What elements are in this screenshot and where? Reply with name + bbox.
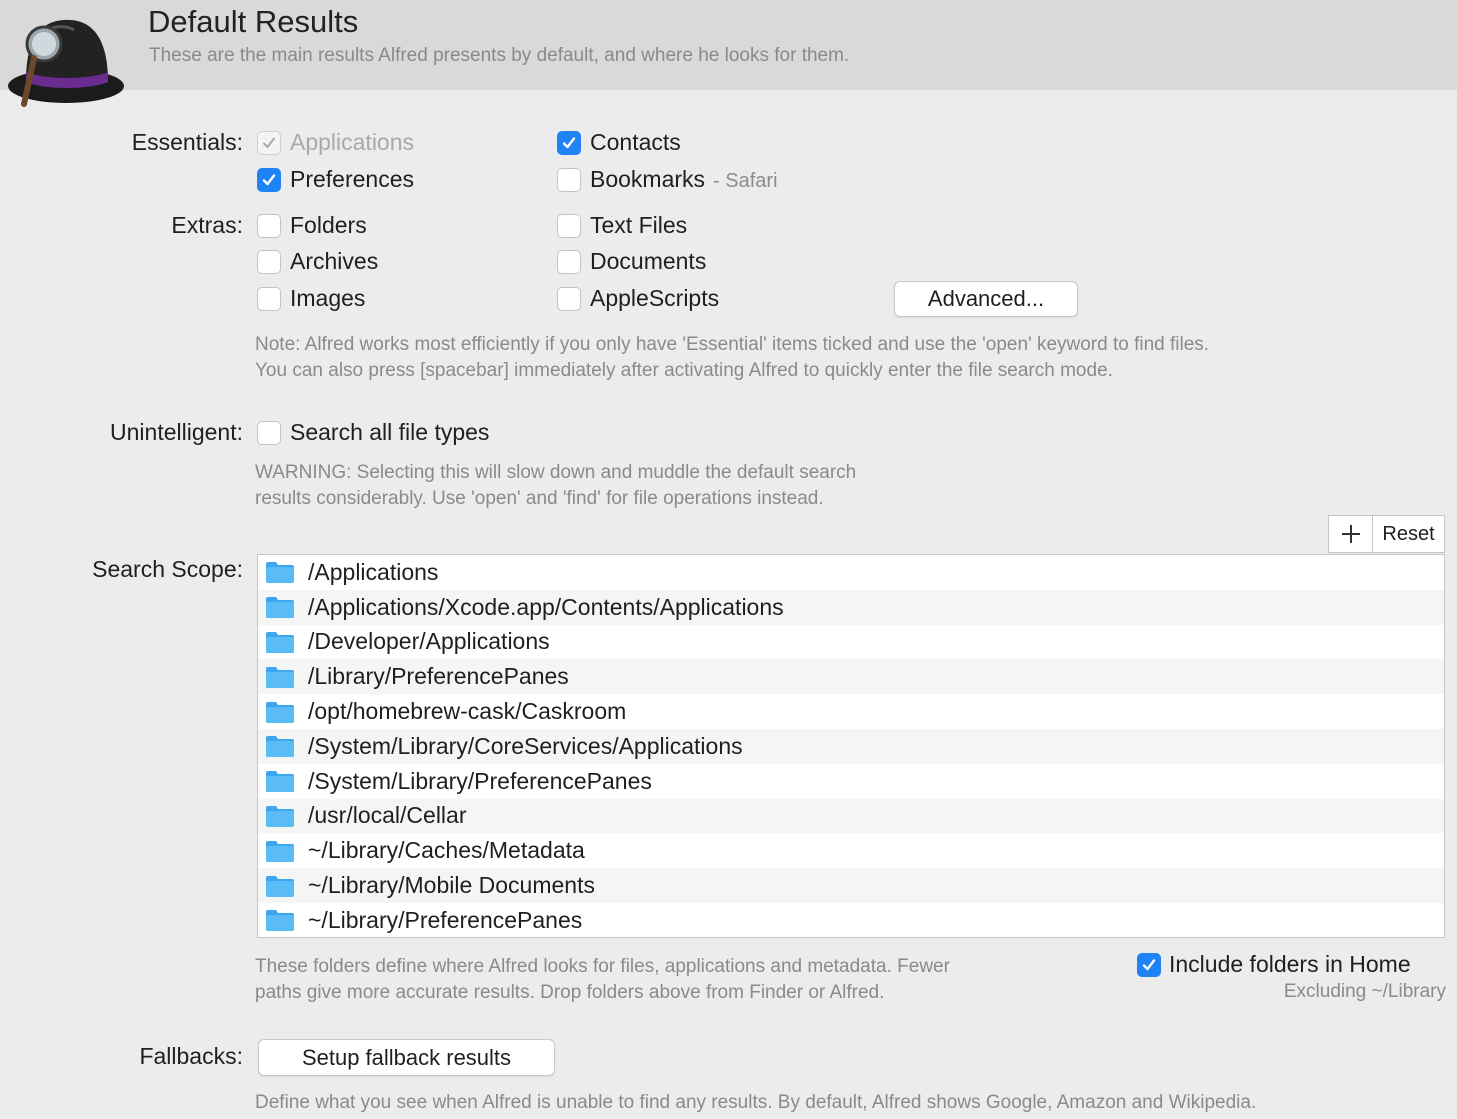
fallbacks-description: Define what you see when Alfred is unabl… — [255, 1092, 1257, 1113]
documents-checkbox[interactable] — [557, 250, 581, 274]
plus-icon — [1341, 525, 1360, 543]
applications-checkbox — [257, 131, 281, 155]
contacts-label[interactable]: Contacts — [590, 129, 681, 156]
header: Default Results These are the main resul… — [0, 0, 1457, 107]
scope-description: These folders define where Alfred looks … — [255, 954, 950, 1006]
page-title: Default Results — [148, 4, 359, 39]
folder-icon — [266, 666, 294, 688]
list-item[interactable]: /Applications — [258, 555, 1444, 590]
folders-label[interactable]: Folders — [290, 212, 367, 239]
path-label: ~/Library/PreferencePanes — [308, 906, 583, 933]
scope-description-line-1: These folders define where Alfred looks … — [255, 956, 950, 977]
add-folder-button[interactable] — [1329, 516, 1373, 552]
archives-checkbox[interactable] — [257, 250, 281, 274]
list-item[interactable]: ~/Library/Caches/Metadata — [258, 833, 1444, 868]
folder-icon — [266, 771, 294, 793]
path-label: /opt/homebrew-cask/Caskroom — [308, 698, 627, 725]
include-home-sub: Excluding ~/Library — [1283, 981, 1446, 1002]
archives-label[interactable]: Archives — [290, 248, 378, 275]
note-line-2: You can also press [spacebar] immediatel… — [255, 360, 1113, 381]
warning-line-2: results considerably. Use 'open' and 'fi… — [255, 488, 824, 509]
page-subtitle: These are the main results Alfred presen… — [149, 45, 850, 66]
include-home-checkbox[interactable] — [1137, 953, 1161, 977]
text-files-label[interactable]: Text Files — [590, 212, 687, 239]
path-label: /Library/PreferencePanes — [308, 663, 569, 690]
folder-icon — [266, 840, 294, 862]
setup-fallback-button[interactable]: Setup fallback results — [258, 1039, 555, 1076]
images-label[interactable]: Images — [290, 285, 365, 312]
note-line-1: Note: Alfred works most efficiently if y… — [255, 334, 1210, 355]
list-item[interactable]: ~/Library/PreferencePanes — [258, 903, 1444, 937]
folder-icon — [266, 597, 294, 619]
reset-button[interactable]: Reset — [1373, 516, 1444, 552]
note-text: Note: Alfred works most efficiently if y… — [255, 332, 1209, 384]
folder-icon — [266, 910, 294, 932]
documents-label[interactable]: Documents — [590, 248, 706, 275]
folder-icon — [266, 701, 294, 723]
bookmarks-option[interactable]: Bookmarks - Safari — [590, 166, 778, 193]
path-label: /Applications — [308, 558, 439, 585]
search-all-file-types-label[interactable]: Search all file types — [290, 419, 489, 446]
unintelligent-label: Unintelligent: — [110, 419, 243, 445]
applescripts-label[interactable]: AppleScripts — [590, 285, 719, 312]
search-scope-list[interactable]: /Applications /Applications/Xcode.app/Co… — [257, 554, 1445, 938]
folder-icon — [266, 631, 294, 653]
applications-label: Applications — [290, 129, 415, 155]
folder-icon — [266, 875, 294, 897]
text-files-checkbox[interactable] — [557, 214, 581, 238]
list-item[interactable]: /usr/local/Cellar — [258, 798, 1444, 834]
folders-checkbox[interactable] — [257, 214, 281, 238]
checkmark-icon — [262, 174, 276, 186]
path-label: ~/Library/Caches/Metadata — [308, 837, 585, 864]
include-home-label[interactable]: Include folders in Home — [1169, 951, 1411, 978]
scope-description-line-2: paths give more accurate results. Drop f… — [255, 982, 885, 1003]
contacts-checkbox[interactable] — [557, 131, 581, 155]
search-all-file-types-checkbox[interactable] — [257, 421, 281, 445]
checkmark-icon — [562, 137, 576, 149]
folder-icon — [266, 805, 294, 827]
bookmarks-source: - Safari — [713, 170, 778, 192]
alfred-hat-logo — [8, 19, 124, 107]
scope-toolbar: Reset — [1328, 515, 1445, 553]
preferences-label[interactable]: Preferences — [290, 166, 414, 193]
folder-icon — [266, 562, 294, 584]
path-label: /Applications/Xcode.app/Contents/Applica… — [308, 593, 784, 620]
path-label: /System/Library/PreferencePanes — [308, 767, 652, 794]
list-item[interactable]: /System/Library/PreferencePanes — [258, 764, 1444, 799]
list-item[interactable]: /Library/PreferencePanes — [258, 659, 1444, 695]
bookmarks-label: Bookmarks — [590, 166, 706, 192]
search-scope-label: Search Scope: — [92, 556, 243, 582]
list-item[interactable]: /Developer/Applications — [258, 625, 1444, 660]
images-checkbox[interactable] — [257, 287, 281, 311]
list-item[interactable]: ~/Library/Mobile Documents — [258, 868, 1444, 903]
bookmarks-checkbox[interactable] — [557, 168, 581, 192]
checkmark-icon — [263, 137, 275, 148]
preferences-checkbox[interactable] — [257, 168, 281, 192]
essentials-label: Essentials: — [131, 129, 243, 155]
path-label: ~/Library/Mobile Documents — [308, 872, 595, 899]
folder-icon — [266, 736, 294, 758]
applescripts-checkbox[interactable] — [557, 287, 581, 311]
warning-text: WARNING: Selecting this will slow down a… — [255, 460, 856, 512]
extras-label: Extras: — [171, 212, 243, 238]
list-item[interactable]: /System/Library/CoreServices/Application… — [258, 728, 1444, 764]
list-item[interactable]: /opt/homebrew-cask/Caskroom — [258, 694, 1444, 729]
path-label: /usr/local/Cellar — [308, 802, 467, 829]
path-label: /Developer/Applications — [308, 628, 550, 655]
checkmark-icon — [1142, 959, 1156, 971]
path-label: /System/Library/CoreServices/Application… — [308, 732, 743, 759]
list-item[interactable]: /Applications/Xcode.app/Contents/Applica… — [258, 589, 1444, 625]
fallbacks-label: Fallbacks: — [139, 1043, 243, 1069]
advanced-button[interactable]: Advanced... — [894, 281, 1078, 317]
warning-line-1: WARNING: Selecting this will slow down a… — [255, 462, 857, 483]
